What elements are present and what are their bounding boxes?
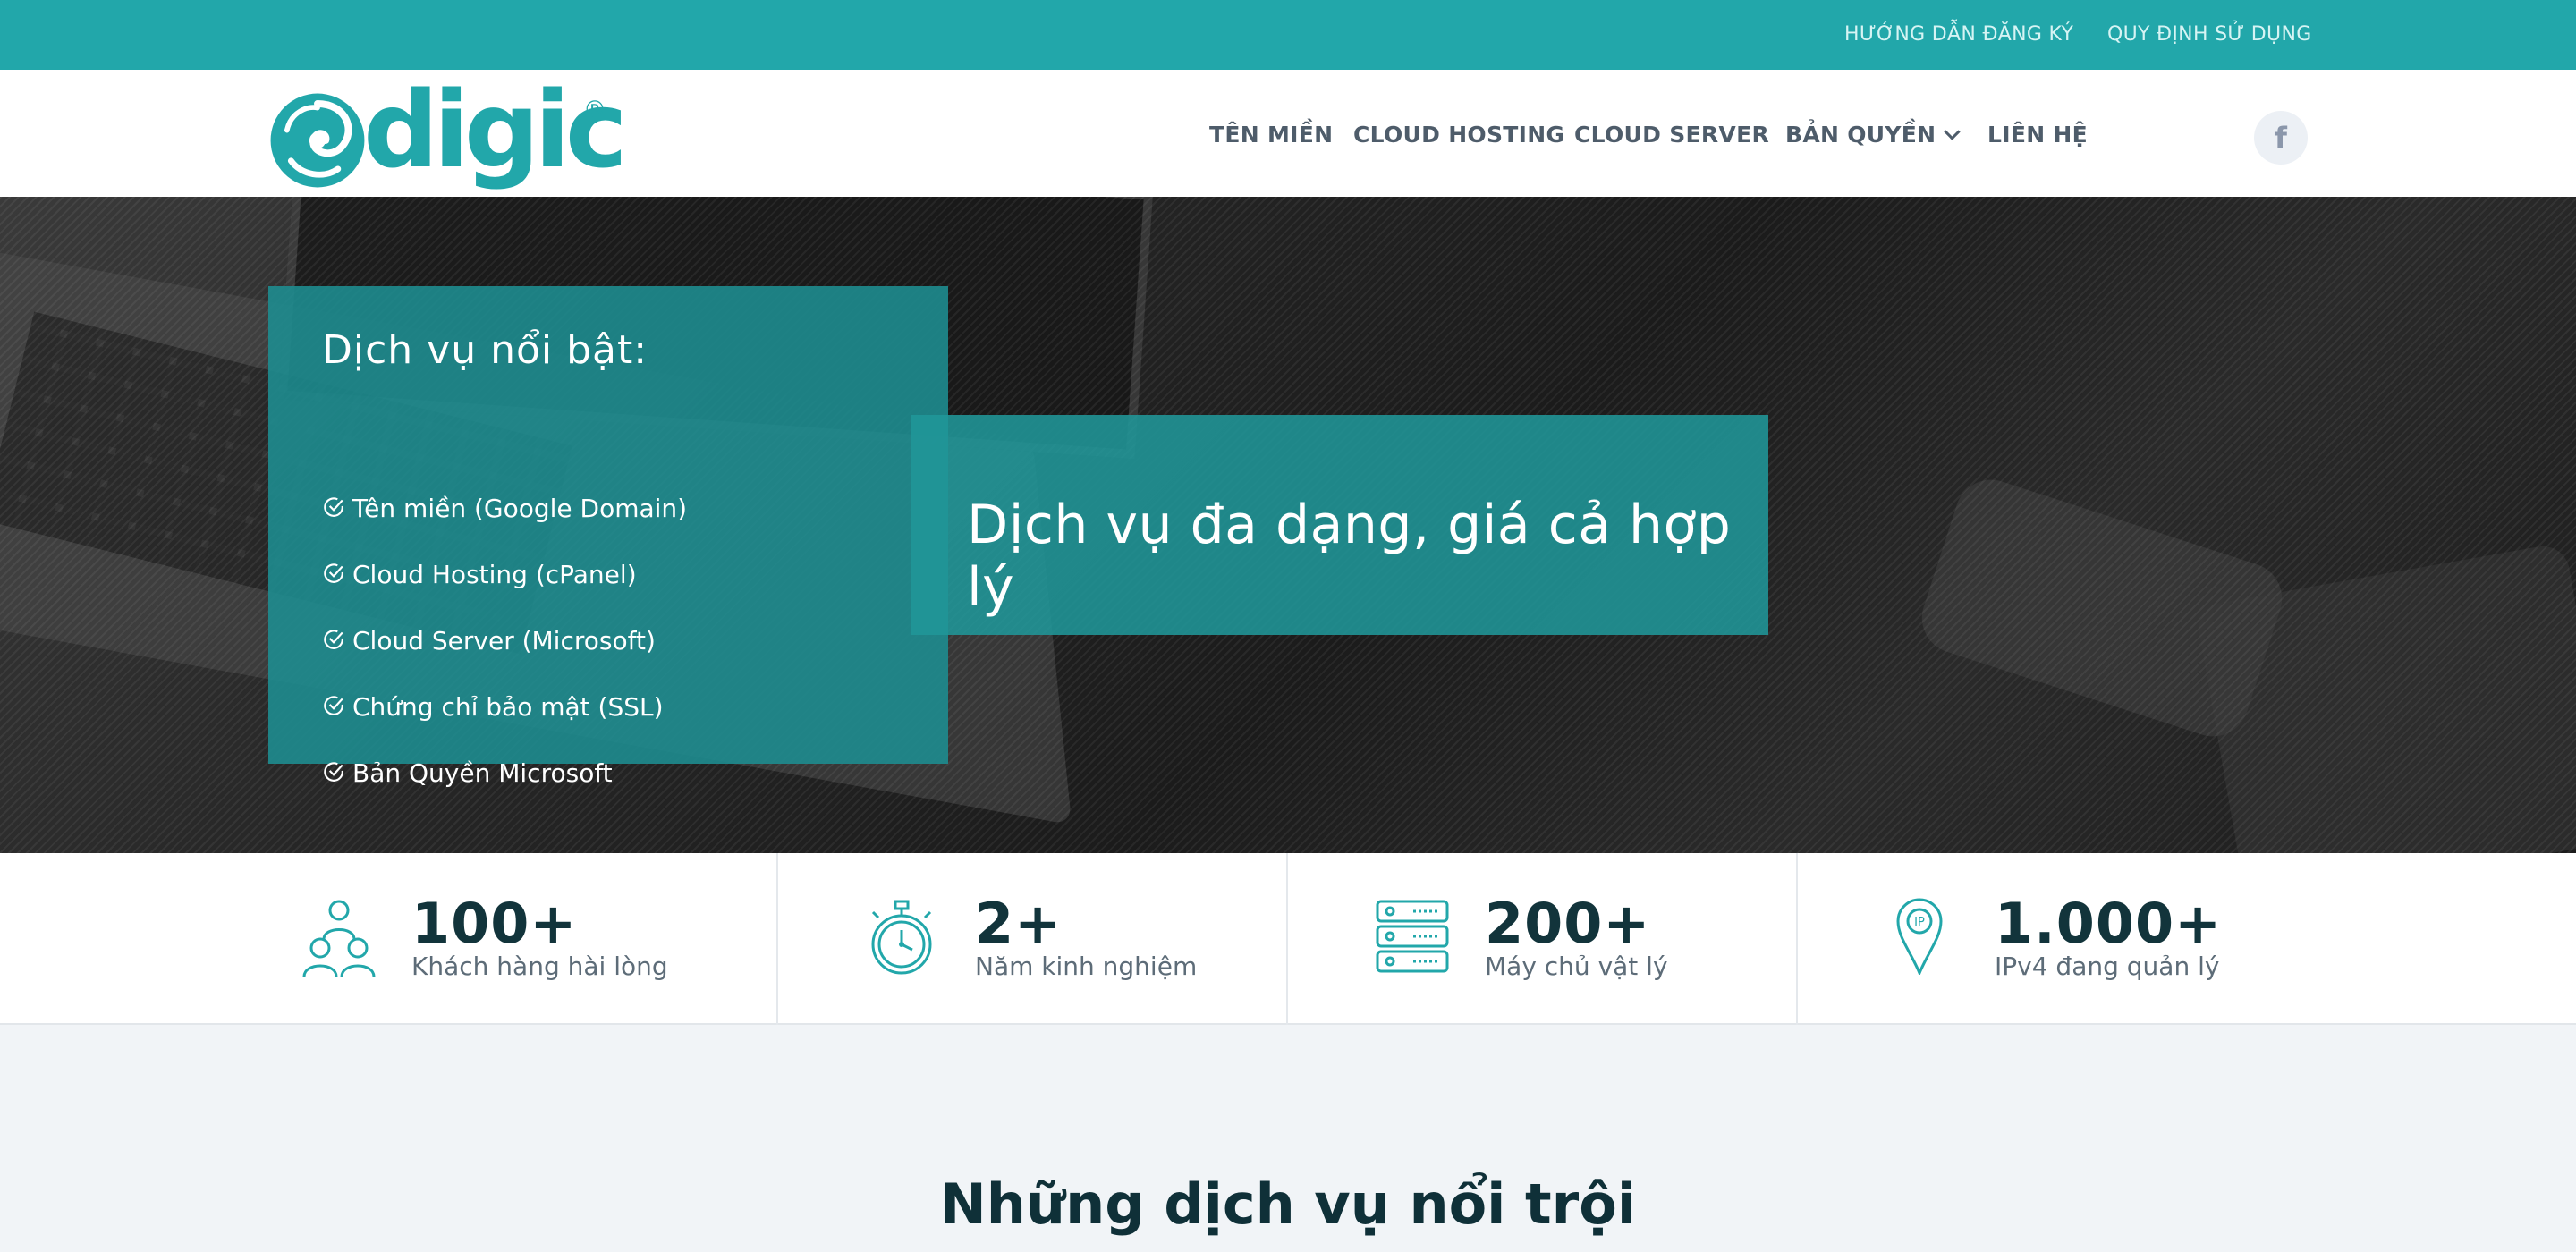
nav-item-label: CLOUD HOSTING — [1353, 122, 1565, 148]
site-logo[interactable]: digic ® — [267, 77, 628, 190]
stat-label: IPv4 đang quản lý — [1995, 952, 2220, 981]
feature-item: Cloud Hosting (cPanel) — [322, 560, 637, 589]
registration-guide-link[interactable]: HƯỚNG DẪN ĐĂNG KÝ — [1844, 23, 2073, 46]
logo-wordmark: digic — [363, 68, 628, 191]
nav-item-domain[interactable]: TÊN MIỀN — [1209, 122, 1333, 148]
nav-item-label: LIÊN HỆ — [1987, 122, 2089, 148]
stopwatch-icon — [871, 900, 932, 975]
hero-banner: Dịch vụ nổi bật: Tên miền (Google Domain… — [0, 197, 2576, 853]
facebook-icon[interactable]: f — [2254, 111, 2308, 165]
server-icon — [1376, 900, 1449, 973]
stat-number: 200+ — [1485, 891, 1651, 956]
nav-item-label: TÊN MIỀN — [1209, 122, 1334, 148]
stat-number: 2+ — [975, 891, 1063, 956]
check-circle-icon — [324, 696, 343, 715]
featured-services-box: Dịch vụ nổi bật: Tên miền (Google Domain… — [268, 286, 948, 788]
top-bar: HƯỚNG DẪN ĐĂNG KÝ QUY ĐỊNH SỬ DỤNG — [0, 0, 2576, 70]
svg-text:IP: IP — [1914, 916, 1925, 929]
nav-item-cloud-server[interactable]: CLOUD SERVER — [1574, 122, 1769, 148]
stat-label: Năm kinh nghiệm — [975, 952, 1198, 981]
terms-of-use-link[interactable]: QUY ĐỊNH SỬ DỤNG — [2107, 23, 2312, 46]
stats-divider — [1286, 853, 1288, 1025]
stats-divider — [776, 853, 778, 1025]
nav-item-license[interactable]: BẢN QUYỀN — [1785, 122, 1962, 148]
section-title: Những dịch vụ nổi trội — [939, 1172, 1637, 1237]
registered-mark: ® — [583, 97, 606, 123]
ip-pin-icon: IP — [1896, 898, 1943, 975]
featured-services-title: Dịch vụ nổi bật: — [322, 327, 648, 373]
main-header: digic ® TÊN MIỀN CLOUD HOSTING CLOUD SER… — [0, 70, 2576, 197]
feature-item: Chứng chỉ bảo mật (SSL) — [322, 692, 664, 722]
feature-item-label: Cloud Server (Microsoft) — [352, 626, 656, 656]
stat-number: 100+ — [411, 891, 578, 956]
check-circle-icon — [324, 563, 343, 583]
feature-item: Bản Quyền Microsoft — [322, 758, 613, 788]
logo-swirl-icon — [270, 93, 365, 188]
nav-item-cloud-hosting[interactable]: CLOUD HOSTING — [1353, 122, 1564, 148]
stat-number: 1.000+ — [1995, 891, 2223, 956]
feature-item: Cloud Server (Microsoft) — [322, 626, 656, 656]
users-icon — [302, 900, 376, 977]
chevron-down-icon — [1944, 123, 1962, 140]
check-circle-icon — [324, 762, 343, 782]
feature-item-label: Cloud Hosting (cPanel) — [352, 560, 637, 589]
stats-bar: 100+ Khách hàng hài lòng 2+ Năm kinh ngh… — [0, 853, 2576, 1025]
nav-item-contact[interactable]: LIÊN HỆ — [1987, 122, 2088, 148]
stat-label: Máy chủ vật lý — [1485, 952, 1668, 981]
slogan-box: Dịch vụ đa dạng, giá cả hợp lý — [911, 415, 1768, 635]
check-circle-icon — [324, 497, 343, 517]
feature-item: Tên miền (Google Domain) — [322, 494, 687, 523]
stat-label: Khách hàng hài lòng — [411, 952, 668, 981]
slogan-text: Dịch vụ đa dạng, giá cả hợp lý — [967, 494, 1732, 619]
feature-item-label: Chứng chỉ bảo mật (SSL) — [352, 692, 664, 722]
stats-divider — [1796, 853, 1798, 1025]
nav-item-label: BẢN QUYỀN — [1785, 122, 1936, 148]
feature-item-label: Bản Quyền Microsoft — [352, 758, 613, 788]
nav-item-label: CLOUD SERVER — [1574, 122, 1770, 148]
feature-item-label: Tên miền (Google Domain) — [352, 494, 688, 523]
check-circle-icon — [324, 630, 343, 649]
